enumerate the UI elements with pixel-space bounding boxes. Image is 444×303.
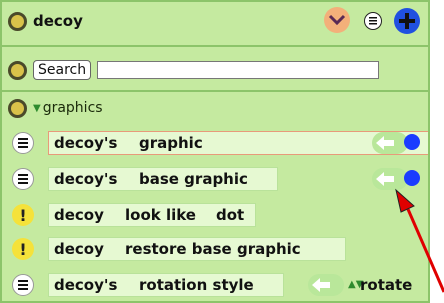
pointer-arrow-icon (395, 188, 444, 293)
